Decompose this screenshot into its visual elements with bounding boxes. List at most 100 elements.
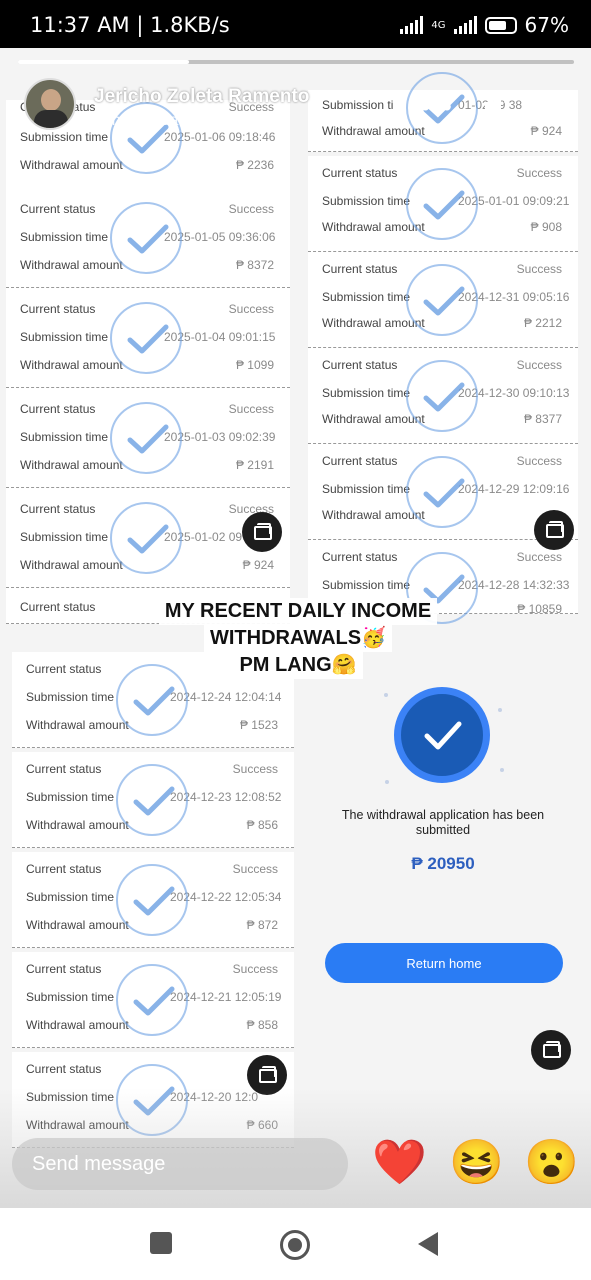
record-status-label: Current status (20, 402, 96, 416)
record-amount-value: ₱ 10859 (517, 602, 562, 616)
record-amount-value: ₱ 8377 (523, 412, 562, 426)
chat-bubble-icon[interactable] (534, 510, 574, 550)
recents-button[interactable] (150, 1232, 172, 1254)
record-amount-value: ₱ 924 (530, 124, 562, 138)
record-status-label: Current status (322, 358, 398, 372)
record-status-label: Current status (26, 1062, 102, 1076)
record-submission-time-label: Submission time (322, 290, 411, 304)
signal-icon (400, 16, 424, 34)
record-status-value: Success (232, 862, 278, 876)
caption-line-1: MY RECENT DAILY INCOME (158, 598, 438, 625)
record-submission-time-label: Submission time (322, 386, 411, 400)
decor-dot (500, 768, 504, 772)
record-amount-value: ₱ 2191 (235, 458, 274, 472)
story-top-controls: ••• (421, 92, 571, 122)
record-amount-value: ₱ 2212 (523, 316, 562, 330)
chevron-right-icon: › (192, 112, 198, 129)
laugh-reaction-icon[interactable]: 😆 (449, 1136, 504, 1190)
record-submission-time-label: Submission time (26, 890, 115, 904)
record-submission-time-label: Submission time (26, 690, 115, 704)
checkmark-icon (406, 264, 478, 336)
record-status-value: Success (516, 454, 562, 468)
record-submission-time-label: Submission time (20, 330, 109, 344)
record-amount-value: ₱ 1099 (235, 358, 274, 372)
audio-label: Moai (147, 112, 182, 129)
heart-reaction-icon[interactable]: ❤️ (372, 1136, 427, 1190)
record-submission-time-label: Submission time (322, 194, 411, 208)
status-time: 11:37 AM | 1.8KB/s (30, 13, 230, 37)
story-viewer: Current statusSuccessSubmission time2025… (0, 48, 591, 1208)
record-status-label: Current status (20, 600, 96, 614)
record-status-label: Current status (20, 202, 96, 216)
caption-line-3: PM LANG🤗 (233, 652, 363, 679)
record-submission-time-label: Submission time (26, 790, 115, 804)
record-amount-value: ₱ 924 (242, 558, 274, 572)
story-meta[interactable]: 14h • Moai › (94, 112, 198, 130)
send-message-input[interactable]: Send message (12, 1138, 348, 1190)
checkmark-icon (406, 168, 478, 240)
chat-bubble-icon[interactable] (242, 512, 282, 552)
record-status-value: Success (516, 358, 562, 372)
record-status-value: Success (232, 762, 278, 776)
story-time-ago: 14h (94, 112, 121, 129)
android-nav-bar (0, 1208, 591, 1280)
record-amount-value: ₱ 908 (530, 220, 562, 234)
record-status-label: Current status (26, 862, 102, 876)
avatar[interactable] (24, 78, 76, 130)
status-icons: 4G 67% (400, 13, 569, 37)
record-status-value: Success (232, 962, 278, 976)
record-amount-label: Withdrawal amount (20, 158, 123, 172)
story-progress (18, 60, 574, 64)
decor-dot (498, 708, 502, 712)
record-submission-time-label: Submission time (20, 430, 109, 444)
record-status-label: Current status (322, 166, 398, 180)
chat-bubble-icon[interactable] (531, 1030, 571, 1070)
checkmark-icon (116, 964, 188, 1036)
record-amount-value: ₱ 872 (246, 918, 278, 932)
record-amount-label: Withdrawal amount (322, 124, 425, 138)
back-button[interactable] (418, 1232, 438, 1256)
network-type: 4G (431, 19, 446, 31)
record-status-label: Current status (322, 454, 398, 468)
withdrawal-total-amount: ₱ 20950 (411, 854, 475, 873)
record-status-label: Current status (26, 762, 102, 776)
record-status-label: Current status (20, 502, 96, 516)
record-amount-label: Withdrawal amount (26, 1018, 129, 1032)
speaker-icon[interactable] (483, 92, 515, 122)
record-status-label: Current status (322, 550, 398, 564)
battery-level: 67% (524, 13, 569, 37)
record-amount-label: Withdrawal amount (322, 412, 425, 426)
record-amount-label: Withdrawal amount (26, 818, 129, 832)
record-submission-time-label: Submission time (20, 530, 109, 544)
story-user-name[interactable]: Jericho Zoleta Ramento (94, 86, 309, 108)
checkmark-icon (110, 302, 182, 374)
record-amount-label: Withdrawal amount (322, 316, 425, 330)
record-amount-label: Withdrawal amount (26, 918, 129, 932)
record-amount-label: Withdrawal amount (20, 258, 123, 272)
checkmark-icon (406, 360, 478, 432)
more-options-icon[interactable]: ••• (421, 93, 453, 121)
record-status-value: Success (516, 550, 562, 564)
record-status-label: Current status (322, 262, 398, 276)
record-submission-time-label: Submission time (20, 130, 109, 144)
return-home-button[interactable]: Return home (325, 943, 563, 983)
close-icon[interactable] (545, 94, 571, 120)
checkmark-icon (406, 456, 478, 528)
record-amount-value: ₱ 858 (246, 1018, 278, 1032)
battery-icon (484, 16, 517, 34)
record-submission-time-label: Submission time (26, 990, 115, 1004)
record-status-value: Success (516, 166, 562, 180)
story-progress-fill (18, 60, 189, 64)
home-button[interactable] (280, 1230, 310, 1260)
signal-icon-2 (453, 16, 477, 34)
record-status-label: Current status (26, 962, 102, 976)
record-submission-time-label: Submission time (322, 482, 411, 496)
record-amount-label: Withdrawal amount (20, 458, 123, 472)
record-status-value: Success (228, 202, 274, 216)
record-amount-label: Withdrawal amount (20, 558, 123, 572)
success-check-icon (394, 687, 490, 783)
wow-reaction-icon[interactable]: 😮 (524, 1136, 579, 1190)
withdrawal-submitted-message: The withdrawal application has been subm… (341, 808, 545, 837)
meta-separator: • (131, 112, 137, 129)
record-status-value: Success (228, 302, 274, 316)
